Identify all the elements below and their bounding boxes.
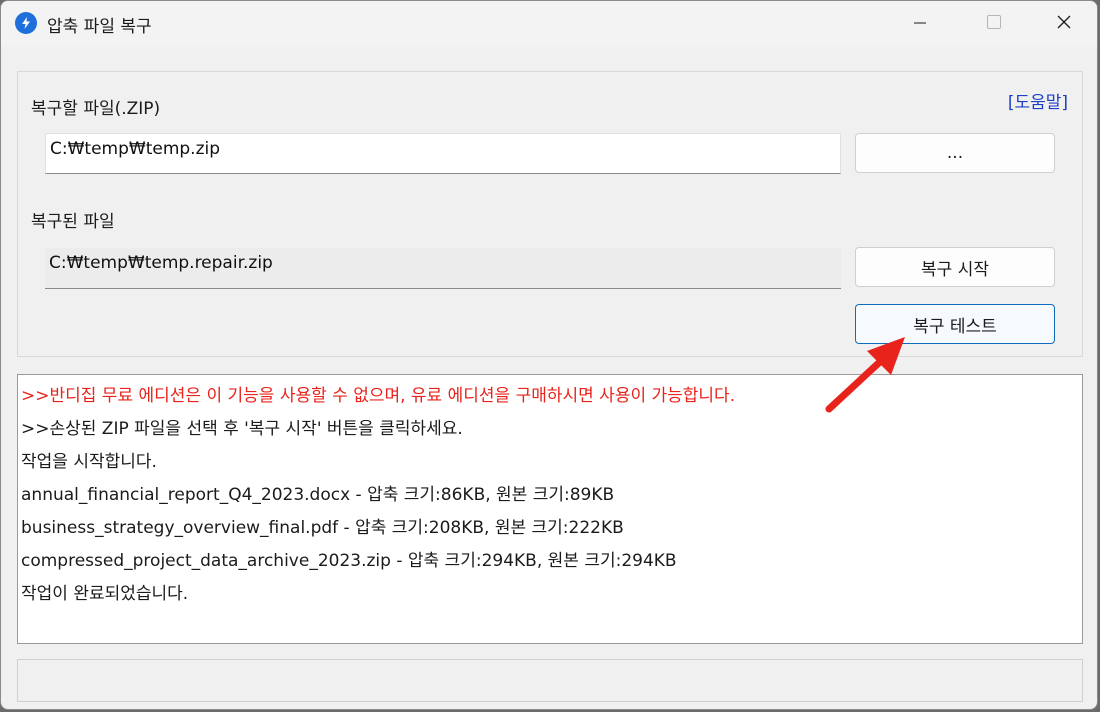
browse-button[interactable]: ... <box>855 133 1055 173</box>
log-line: 작업을 시작합니다. <box>21 452 157 472</box>
help-link[interactable]: [도움말] <box>1008 88 1068 113</box>
start-repair-button[interactable]: 복구 시작 <box>855 247 1055 287</box>
log-line: 작업이 완료되었습니다. <box>21 584 189 604</box>
output-file-field: C:₩temp₩temp.repair.zip <box>45 248 841 289</box>
source-file-label: 복구할 파일(.ZIP) <box>31 99 161 119</box>
app-window: 압축 파일 복구 복구할 파일(.ZIP) [도움말] C:₩temp₩temp… <box>0 0 1098 710</box>
log-line: >>손상된 ZIP 파일을 선택 후 '복구 시작' 버튼을 클릭하세요. <box>21 419 463 439</box>
status-bar <box>17 659 1083 702</box>
repair-settings-panel: 복구할 파일(.ZIP) [도움말] C:₩temp₩temp.zip ... … <box>17 71 1083 357</box>
maximize-button[interactable] <box>965 1 1023 47</box>
log-output: >>반디집 무료 에디션은 이 기능을 사용할 수 없으며, 유료 에디션을 구… <box>17 374 1083 644</box>
window-title: 압축 파일 복구 <box>47 17 152 37</box>
minimize-icon <box>913 15 927 34</box>
log-line: annual_financial_report_Q4_2023.docx - 압… <box>21 485 615 505</box>
close-button[interactable] <box>1035 1 1093 47</box>
log-line: business_strategy_overview_final.pdf - 압… <box>21 518 624 538</box>
title-bar: 압축 파일 복구 <box>1 1 1097 47</box>
log-line-warning: >>반디집 무료 에디션은 이 기능을 사용할 수 없으며, 유료 에디션을 구… <box>21 386 736 406</box>
output-file-label: 복구된 파일 <box>31 212 115 232</box>
repair-test-button[interactable]: 복구 테스트 <box>855 304 1055 344</box>
source-file-input[interactable]: C:₩temp₩temp.zip <box>45 133 841 174</box>
close-icon <box>1056 14 1072 34</box>
minimize-button[interactable] <box>891 1 949 47</box>
bandizip-app-icon <box>15 12 37 34</box>
log-line: compressed_project_data_archive_2023.zip… <box>21 551 677 571</box>
maximize-icon <box>986 14 1002 34</box>
